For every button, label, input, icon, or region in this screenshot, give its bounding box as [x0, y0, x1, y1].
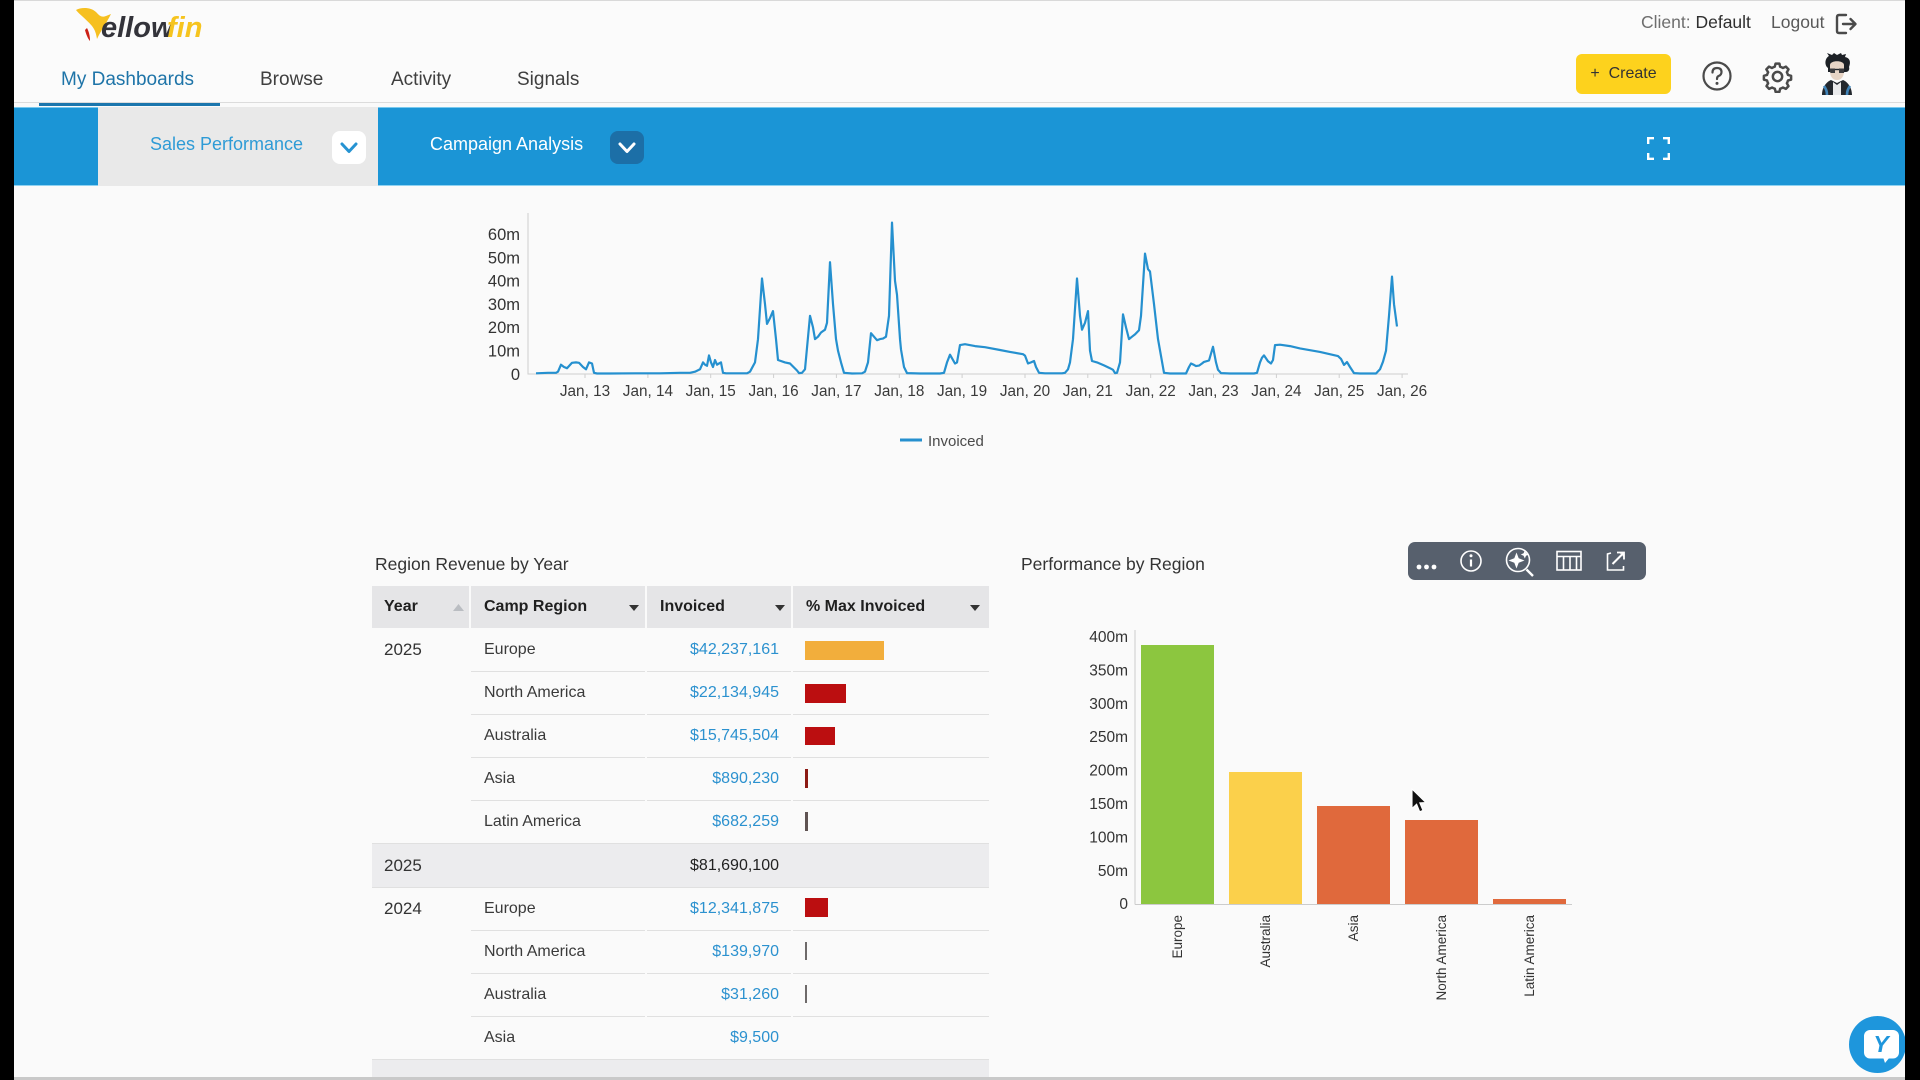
svg-text:Jan, 19: Jan, 19	[937, 383, 987, 400]
svg-text:Jan, 15: Jan, 15	[686, 383, 736, 400]
svg-text:40m: 40m	[488, 273, 520, 291]
svg-text:300m: 300m	[1089, 696, 1128, 713]
svg-text:30m: 30m	[488, 296, 520, 314]
svg-text:ellow: ellow	[101, 12, 176, 44]
svg-text:400m: 400m	[1089, 629, 1128, 646]
svg-text:Jan, 14: Jan, 14	[623, 383, 674, 400]
svg-text:0: 0	[1119, 896, 1128, 913]
svg-text:North America: North America	[1434, 915, 1449, 1001]
svg-text:Invoiced: Invoiced	[928, 433, 984, 450]
svg-text:Jan, 21: Jan, 21	[1063, 383, 1113, 400]
svg-text:Jan, 22: Jan, 22	[1126, 383, 1176, 400]
svg-text:Performance by Region: Performance by Region	[1021, 554, 1205, 574]
svg-text:Latin America: Latin America	[1522, 915, 1537, 997]
svg-text:0: 0	[511, 366, 520, 384]
svg-text:Australia: Australia	[1258, 915, 1273, 968]
svg-text:10m: 10m	[488, 343, 520, 361]
svg-text:Jan, 17: Jan, 17	[811, 383, 861, 400]
svg-text:100m: 100m	[1089, 829, 1128, 846]
svg-text:Jan, 20: Jan, 20	[1000, 383, 1050, 400]
svg-text:Jan, 24: Jan, 24	[1251, 383, 1302, 400]
svg-text:250m: 250m	[1089, 729, 1128, 746]
svg-text:Jan, 25: Jan, 25	[1314, 383, 1364, 400]
svg-text:350m: 350m	[1089, 662, 1128, 679]
svg-text:Jan, 18: Jan, 18	[874, 383, 924, 400]
svg-text:Jan, 26: Jan, 26	[1377, 383, 1427, 400]
svg-text:150m: 150m	[1089, 796, 1128, 813]
svg-text:Jan, 13: Jan, 13	[560, 383, 610, 400]
svg-text:fin: fin	[167, 12, 202, 44]
svg-text:Y: Y	[1873, 1031, 1891, 1057]
svg-text:20m: 20m	[488, 319, 520, 337]
svg-text:Europe: Europe	[1170, 915, 1185, 959]
svg-text:Jan, 16: Jan, 16	[749, 383, 799, 400]
svg-text:50m: 50m	[1098, 863, 1128, 880]
svg-text:60m: 60m	[488, 226, 520, 244]
svg-text:50m: 50m	[488, 249, 520, 267]
svg-text:Jan, 23: Jan, 23	[1188, 383, 1238, 400]
svg-text:200m: 200m	[1089, 763, 1128, 780]
svg-text:Asia: Asia	[1346, 915, 1361, 942]
